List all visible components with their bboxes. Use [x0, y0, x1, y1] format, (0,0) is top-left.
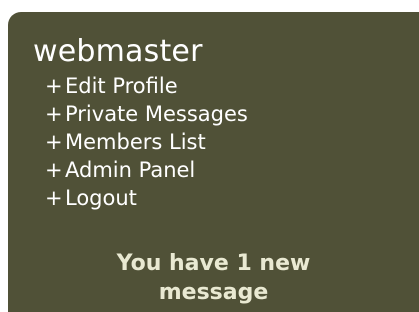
menu-item-label: Admin Panel: [65, 158, 196, 182]
members-list-link[interactable]: + Members List: [45, 130, 206, 154]
plus-icon: +: [45, 130, 63, 154]
menu-item-label: Logout: [65, 186, 137, 210]
plus-icon: +: [45, 186, 63, 210]
plus-icon: +: [45, 102, 63, 126]
menu-item-label: Edit Profile: [65, 74, 178, 98]
menu-item-members-list: + Members List: [45, 128, 419, 156]
plus-icon: +: [45, 74, 63, 98]
menu-item-edit-profile: + Edit Profile: [45, 72, 419, 100]
user-panel: webmaster + Edit Profile + Private Message…: [8, 12, 419, 312]
notice-line-1: You have 1 new: [116, 251, 311, 276]
menu-item-admin-panel: + Admin Panel: [45, 156, 419, 184]
username-heading: webmaster: [33, 34, 203, 69]
user-menu: + Edit Profile + Private Messages + Members…: [33, 72, 419, 212]
admin-panel-link[interactable]: + Admin Panel: [45, 158, 195, 182]
edit-profile-link[interactable]: + Edit Profile: [45, 74, 178, 98]
menu-item-label: Members List: [65, 130, 206, 154]
logout-link[interactable]: + Logout: [45, 186, 137, 210]
menu-item-label: Private Messages: [65, 102, 248, 126]
plus-icon: +: [45, 158, 63, 182]
notice-line-2: message: [158, 280, 269, 305]
new-message-notice[interactable]: You have 1 new message: [8, 249, 419, 307]
private-messages-link[interactable]: + Private Messages: [45, 102, 248, 126]
menu-item-logout: + Logout: [45, 184, 419, 212]
menu-item-private-messages: + Private Messages: [45, 100, 419, 128]
